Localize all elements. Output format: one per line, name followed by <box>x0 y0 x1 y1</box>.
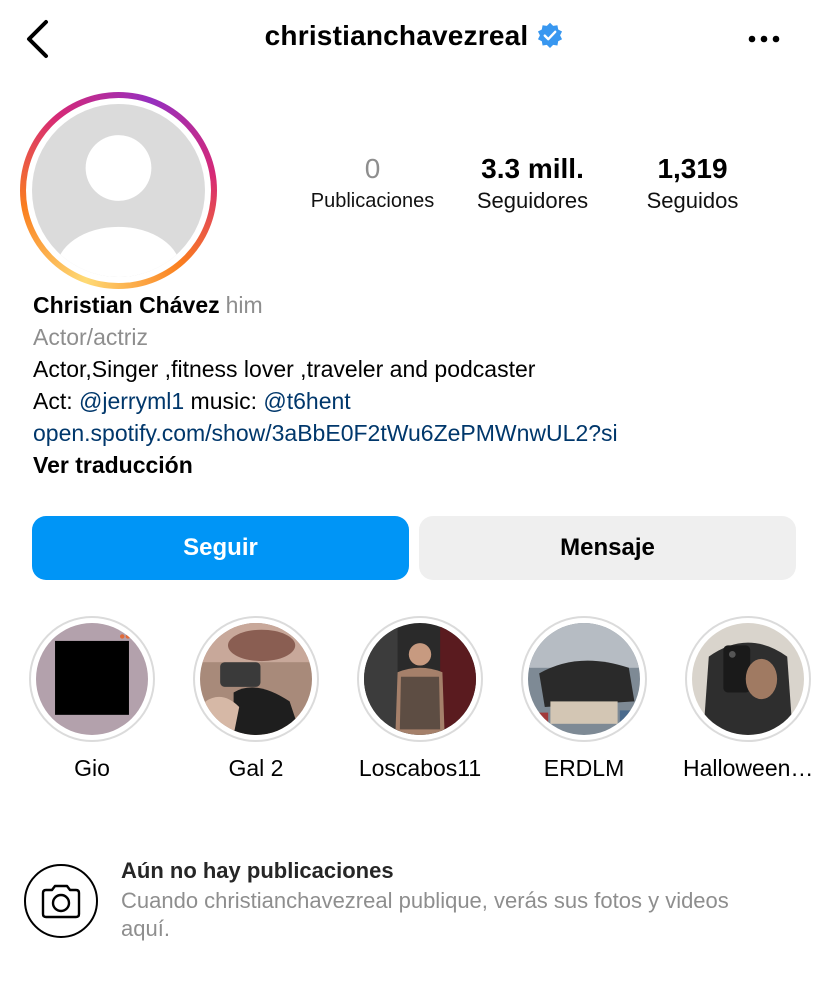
camera-icon-circle <box>24 864 98 938</box>
story-highlights: Gio Gal 2 Loscabos11 ERDLM Halloween… <box>0 616 829 786</box>
profile-username-header: christianchavezreal <box>0 20 829 52</box>
profile-username: christianchavezreal <box>264 20 529 51</box>
highlight-label: Loscabos11 <box>358 755 482 781</box>
empty-state-description: Cuando christianchavezreal publique, ver… <box>121 888 729 941</box>
following-label: Seguidos <box>646 188 739 213</box>
highlight-item[interactable]: Halloween… <box>683 616 813 782</box>
highlight-item[interactable]: Loscabos11 <box>355 616 485 782</box>
pronouns: him <box>225 292 263 318</box>
highlight-label: Gal 2 <box>228 755 284 781</box>
highlight-cover-gal2 <box>200 623 312 735</box>
camera-icon <box>41 884 81 919</box>
highlight-cover-loscabos11 <box>364 623 476 735</box>
top-bar: christianchavezreal <box>0 0 829 80</box>
display-name: Christian Chávez <box>33 292 220 318</box>
highlight-item[interactable]: ERDLM <box>519 616 649 782</box>
more-horizontal-icon <box>748 35 780 43</box>
category-label: Actor/actriz <box>33 324 149 350</box>
more-options-button[interactable] <box>744 22 784 56</box>
following-stat[interactable]: 1,319 Seguidos <box>620 152 765 216</box>
profile-avatar-story-ring[interactable] <box>20 92 217 289</box>
highlight-label: Halloween… <box>683 755 814 781</box>
posts-count: 0 <box>364 153 381 184</box>
highlight-item[interactable]: Gio <box>27 616 157 782</box>
highlight-label: ERDLM <box>543 755 625 781</box>
posts-stat[interactable]: 0 Publicaciones <box>290 152 455 216</box>
external-link[interactable]: open.spotify.com/show/3aBbE0F2tWu6ZePMWn… <box>33 417 813 449</box>
followers-label: Seguidores <box>476 188 589 213</box>
message-button[interactable]: Mensaje <box>419 516 796 580</box>
mention-link-jerryml1[interactable]: @jerryml1 <box>79 388 184 414</box>
profile-bio: Christian Chávez him Actor/actriz Actor,S… <box>33 289 813 481</box>
highlight-cover-erdlm <box>528 623 640 735</box>
empty-state-title: Aún no hay publicaciones <box>121 858 394 883</box>
name-row: Christian Chávez him <box>33 289 813 321</box>
highlight-cover-gio <box>36 623 148 735</box>
bio-line-2: Act: @jerryml1 music: @t6hent <box>33 385 813 417</box>
highlight-item[interactable]: Gal 2 <box>191 616 321 782</box>
mention-link-t6hent[interactable]: @t6hent <box>263 388 350 414</box>
posts-label: Publicaciones <box>310 190 435 212</box>
verified-badge-icon <box>538 22 563 48</box>
bio-music-text: music: <box>184 388 264 414</box>
following-count: 1,319 <box>657 153 728 184</box>
see-translation-link[interactable]: Ver traducción <box>33 449 813 481</box>
bio-line-1: Actor,Singer ,fitness lover ,traveler an… <box>33 356 536 382</box>
empty-posts-state: Aún no hay publicaciones Cuando christia… <box>0 858 829 958</box>
highlight-cover-halloween <box>692 623 804 735</box>
bio-act-prefix: Act: <box>33 388 80 414</box>
followers-stat[interactable]: 3.3 mill. Seguidores <box>460 152 605 216</box>
default-avatar-icon <box>32 104 205 277</box>
profile-stats: 0 Publicaciones 3.3 mill. Seguidores 1,3… <box>290 152 770 222</box>
followers-count: 3.3 mill. <box>481 153 584 184</box>
avatar <box>32 104 205 277</box>
highlight-label: Gio <box>74 755 110 781</box>
follow-button[interactable]: Seguir <box>32 516 409 580</box>
